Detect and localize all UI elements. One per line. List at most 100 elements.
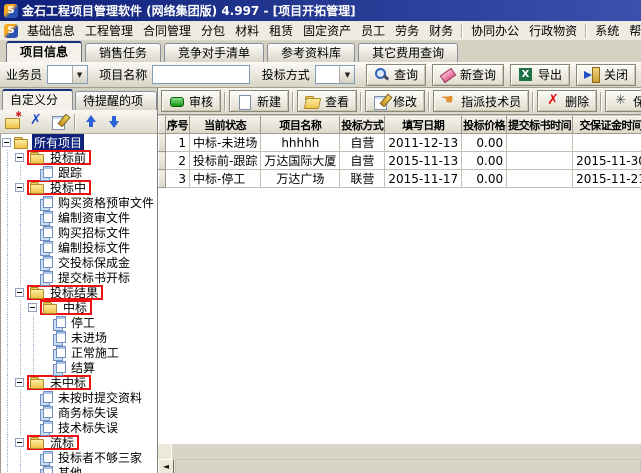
- tree-guide-line: [20, 225, 33, 240]
- salesman-combobox[interactable]: ▼: [47, 65, 88, 84]
- menu-item-4[interactable]: 材料: [230, 22, 264, 40]
- chevron-down-icon[interactable]: ▼: [339, 66, 354, 83]
- tree-item[interactable]: 购买资格预审文件: [1, 195, 157, 210]
- magnifier-icon: [374, 67, 390, 82]
- tree-item[interactable]: 购买招标文件: [1, 225, 157, 240]
- tab-1[interactable]: 销售任务: [85, 43, 161, 62]
- scroll-left-arrow-icon[interactable]: ◄: [158, 459, 174, 473]
- filter-button-1[interactable]: 新查询: [432, 64, 504, 86]
- menu-item-11[interactable]: 行政物资: [524, 22, 582, 40]
- cell: [507, 170, 573, 188]
- menu-item-2[interactable]: 合同管理: [138, 22, 196, 40]
- table-row[interactable]: 3中标-停工万达广场联营2015-11-170.002015-11-21山: [159, 170, 641, 188]
- expander-minus-icon[interactable]: [2, 138, 11, 147]
- tree-item[interactable]: 结算: [1, 360, 157, 375]
- column-header-5[interactable]: 投标价格: [462, 117, 507, 134]
- filter-button-3[interactable]: 关闭: [576, 64, 636, 86]
- menu-item-12[interactable]: 系统: [590, 22, 624, 40]
- tree-item[interactable]: 中标: [1, 300, 157, 315]
- tree-item[interactable]: 跟踪: [1, 165, 157, 180]
- tree-guide-line: [7, 360, 20, 375]
- grid-button-4[interactable]: 指派技术员: [433, 90, 529, 112]
- document-icon: [53, 331, 66, 345]
- tree-item[interactable]: 编制投标文件: [1, 240, 157, 255]
- tree-item[interactable]: 商务标失误: [1, 405, 157, 420]
- column-header-7[interactable]: 交保证金时间: [573, 117, 641, 134]
- tab-0[interactable]: 项目信息: [6, 41, 82, 62]
- column-header-0[interactable]: 序号: [166, 117, 190, 134]
- grid-button-5[interactable]: 删除: [537, 90, 597, 112]
- expander-minus-icon[interactable]: [15, 183, 24, 192]
- tree-item[interactable]: 未中标: [1, 375, 157, 390]
- tree-item[interactable]: 技术标失误: [1, 420, 157, 435]
- scrollbar-track[interactable]: [175, 459, 641, 473]
- row-selector-cell[interactable]: [159, 134, 166, 152]
- filter-button-0[interactable]: 查询: [366, 64, 426, 86]
- bid-mode-combobox[interactable]: ▼: [315, 65, 356, 84]
- menu-item-8[interactable]: 劳务: [390, 22, 424, 40]
- project-name-input[interactable]: [152, 65, 250, 84]
- table-row[interactable]: 2投标前-跟踪万达国际大厦自营2015-11-130.002015-11-30山: [159, 152, 641, 170]
- table-hscrollbar[interactable]: [158, 443, 641, 459]
- expander-minus-icon[interactable]: [15, 288, 24, 297]
- grid-button-6[interactable]: 保证金: [605, 90, 641, 112]
- column-header-2[interactable]: 项目名称: [261, 117, 340, 134]
- tree-item[interactable]: 交投标保成金: [1, 255, 157, 270]
- row-selector-cell[interactable]: [159, 152, 166, 170]
- tree-item[interactable]: 其他: [1, 465, 157, 473]
- menu-item-13[interactable]: 帮助: [624, 22, 641, 40]
- menu-item-1[interactable]: 工程管理: [80, 22, 138, 40]
- menu-item-3[interactable]: 分包: [196, 22, 230, 40]
- tree-item[interactable]: 投标者不够三家: [1, 450, 157, 465]
- tree-item[interactable]: 提交标书开标: [1, 270, 157, 285]
- tree-item[interactable]: 正常施工: [1, 345, 157, 360]
- tree-item[interactable]: 停工: [1, 315, 157, 330]
- table-row[interactable]: 1中标-未进场hhhhh自营2011-12-130.00: [159, 134, 641, 152]
- expander-minus-icon[interactable]: [15, 438, 24, 447]
- tab-3[interactable]: 参考资料库: [267, 43, 355, 62]
- tree-item[interactable]: 所有项目: [1, 135, 157, 150]
- left-tab-1[interactable]: 待提醒的项目: [75, 91, 157, 110]
- tree-item[interactable]: 投标前: [1, 150, 157, 165]
- expander-minus-icon[interactable]: [15, 378, 24, 387]
- tab-4[interactable]: 其它费用查询: [358, 43, 458, 62]
- tree-item[interactable]: 投标中: [1, 180, 157, 195]
- delete-x-icon[interactable]: [28, 114, 44, 129]
- deposit-icon: [613, 94, 629, 109]
- column-header-4[interactable]: 填写日期: [385, 117, 462, 134]
- panel-hscrollbar[interactable]: ◄: [158, 459, 641, 473]
- grid-button-3[interactable]: 修改: [365, 90, 425, 112]
- menu-item-5[interactable]: 租赁: [264, 22, 298, 40]
- tree-item[interactable]: 未按时提交资料: [1, 390, 157, 405]
- app-window: S 金石工程项目管理软件 (网络集团版) 4.997 - [项目开拓管理] S …: [0, 0, 641, 473]
- grid-button-2[interactable]: 查看: [297, 90, 357, 112]
- menu-item-0[interactable]: 基础信息: [22, 22, 80, 40]
- tree-item[interactable]: 投标结果: [1, 285, 157, 300]
- menu-item-9[interactable]: 财务: [424, 22, 458, 40]
- tab-2[interactable]: 竞争对手清单: [164, 43, 264, 62]
- menu-item-10[interactable]: 协同办公: [466, 22, 524, 40]
- expander-minus-icon[interactable]: [28, 303, 37, 312]
- column-header-6[interactable]: 提交标书时间: [507, 117, 573, 134]
- tree-item[interactable]: 编制资审文件: [1, 210, 157, 225]
- new-folder-icon[interactable]: [5, 114, 21, 129]
- tree-item[interactable]: 流标: [1, 435, 157, 450]
- tree-guide-line: [20, 450, 33, 465]
- edit-note-icon[interactable]: [51, 114, 67, 129]
- menu-item-7[interactable]: 员工: [356, 22, 390, 40]
- tree-item[interactable]: 未进场: [1, 330, 157, 345]
- row-selector-cell[interactable]: [159, 170, 166, 188]
- menu-item-6[interactable]: 固定资产: [298, 22, 356, 40]
- move-up-icon[interactable]: [83, 114, 99, 129]
- column-header-3[interactable]: 投标方式: [340, 117, 385, 134]
- column-header-1[interactable]: 当前状态: [190, 117, 261, 134]
- left-tab-0[interactable]: 自定义分类: [2, 89, 73, 110]
- annotation-red-box: 未中标: [27, 375, 91, 390]
- expander-minus-icon[interactable]: [15, 153, 24, 162]
- grid-button-0[interactable]: 审核: [161, 90, 221, 112]
- move-down-icon[interactable]: [106, 114, 122, 129]
- grid-button-1[interactable]: 新建: [229, 90, 289, 112]
- chevron-down-icon[interactable]: ▼: [72, 66, 87, 83]
- filter-button-2[interactable]: 导出: [510, 64, 570, 86]
- cell: 中标-未进场: [190, 134, 261, 152]
